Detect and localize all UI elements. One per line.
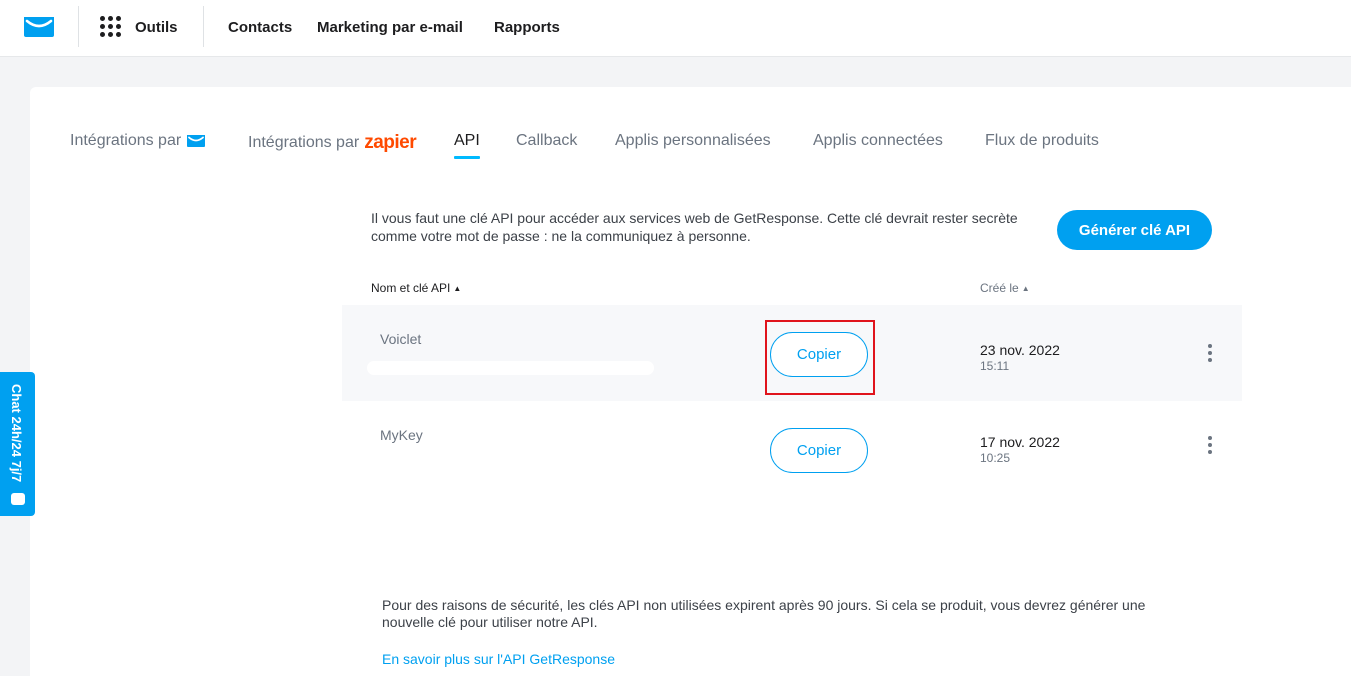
generate-api-key-button[interactable]: Générer clé API [1057,210,1212,250]
sort-asc-icon: ▲ [453,284,462,293]
tab-label: Intégrations par [70,132,182,149]
chat-bubble-icon [11,493,25,505]
divider [78,6,79,47]
active-tab-indicator [454,156,480,159]
zapier-logo: zapier [364,132,417,153]
nav-tools[interactable]: Outils [135,19,178,36]
chat-widget[interactable]: Chat 24h/24 7j/7 [0,372,35,516]
created-date: 17 nov. 2022 [980,434,1060,450]
nav-reports[interactable]: Rapports [494,19,560,36]
api-key-name: MyKey [380,427,423,443]
api-key-row: MyKey Copier 17 nov. 2022 10:25 [342,401,1242,497]
getresponse-logo-icon[interactable] [22,15,56,39]
api-key-row: Voiclet Copier 23 nov. 2022 15:11 [342,305,1242,401]
tab-product-feeds[interactable]: Flux de produits [985,132,1099,150]
tab-custom-apps[interactable]: Applis personnalisées [615,132,771,150]
nav-email-marketing[interactable]: Marketing par e-mail [317,19,463,36]
created-time: 15:11 [980,359,1010,373]
column-header-label: Créé le [980,281,1019,295]
api-key-value-masked [367,361,654,375]
apps-grid-icon[interactable] [100,16,122,38]
tab-connected-apps[interactable]: Applis connectées [813,132,943,150]
sort-asc-icon: ▲ [1021,284,1030,293]
top-navigation-bar: Outils Contacts Marketing par e-mail Rap… [0,0,1351,57]
more-options-icon[interactable] [1200,341,1220,365]
tab-integrations-getresponse[interactable]: Intégrations par [70,132,206,150]
column-header-created[interactable]: Créé le ▲ [980,281,1030,295]
security-note: Pour des raisons de sécurité, les clés A… [382,597,1146,630]
column-header-name[interactable]: Nom et clé API ▲ [371,281,461,295]
copy-key-button[interactable]: Copier [770,332,868,377]
tab-callback[interactable]: Callback [516,132,577,150]
tab-label: Intégrations par [248,134,360,151]
tab-api[interactable]: API [454,132,480,150]
created-date: 23 nov. 2022 [980,342,1060,358]
divider [203,6,204,47]
created-time: 10:25 [980,451,1011,465]
chat-widget-label: Chat 24h/24 7j/7 [9,384,24,483]
nav-contacts[interactable]: Contacts [228,19,292,36]
getresponse-logo-icon [187,135,206,147]
api-intro-text: Il vous faut une clé API pour accéder au… [371,210,1018,244]
tab-integrations-zapier[interactable]: Intégrations par zapier [248,132,417,154]
learn-more-link[interactable]: En savoir plus sur l'API GetResponse [382,651,615,667]
column-header-label: Nom et clé API [371,281,451,295]
more-options-icon[interactable] [1200,433,1220,457]
copy-key-button[interactable]: Copier [770,428,868,473]
api-key-name: Voiclet [380,331,422,347]
